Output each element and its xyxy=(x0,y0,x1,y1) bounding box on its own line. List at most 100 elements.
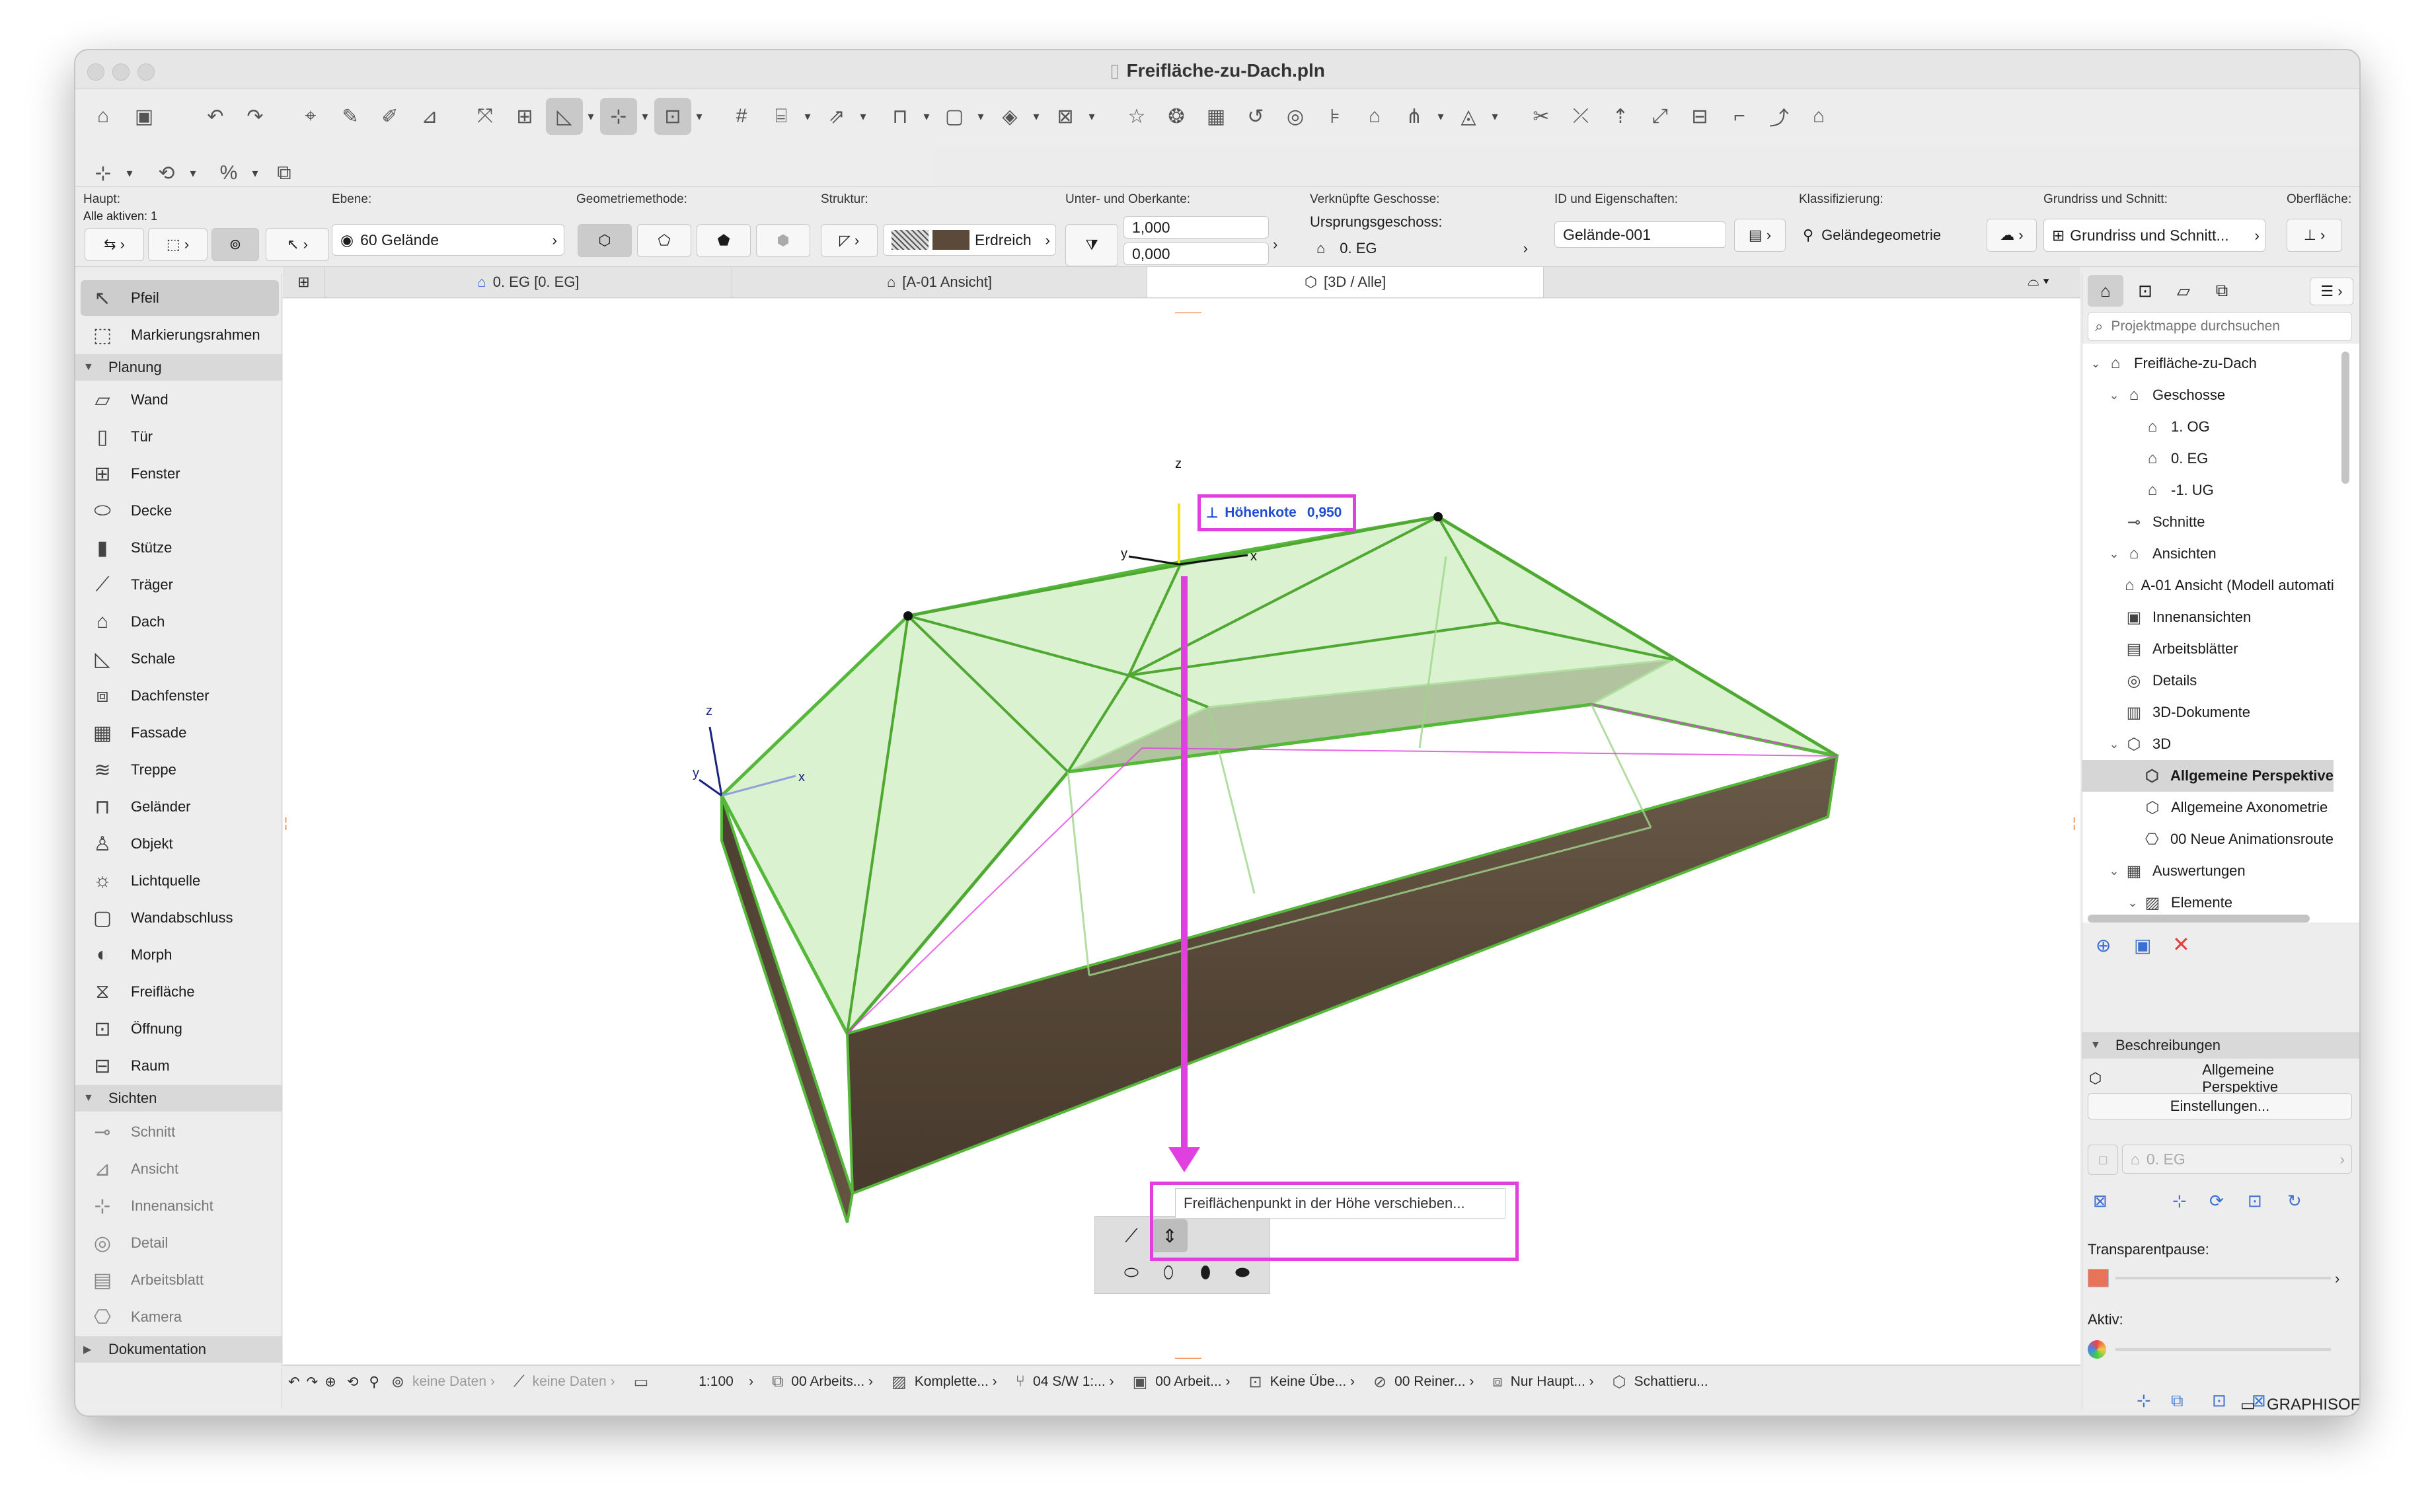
pen-set-selector[interactable]: ⑂ 04 S/W 1:... › xyxy=(1016,1373,1114,1391)
eyedropper-icon[interactable]: ✎ xyxy=(332,98,369,135)
tool-stütze[interactable]: ▮ Stütze xyxy=(81,530,279,566)
walk-icon[interactable]: ⚲ xyxy=(369,1374,379,1390)
zoom-icon[interactable]: ⊕ xyxy=(324,1374,336,1390)
bottom-height-input[interactable]: 0,000 xyxy=(1123,243,1269,265)
view-settings-icon[interactable]: ▣ xyxy=(2134,934,2151,956)
sichten-section[interactable]: ▼ Sichten xyxy=(75,1085,282,1112)
floor-plan-settings-button[interactable]: ⊞ Grundriss und Schnitt... › xyxy=(2043,219,2265,252)
selection-mode-selector[interactable]: ⬚ › xyxy=(148,228,208,261)
tool-objekt[interactable]: ♙ Objekt xyxy=(81,826,279,862)
tab-overview-button[interactable]: ⊞ xyxy=(283,267,325,297)
chevron-down-icon[interactable]: ▾ xyxy=(920,103,933,130)
tool-schale[interactable]: ◺ Schale xyxy=(81,641,279,677)
tree-item[interactable]: ⌄ ⌂ Geschosse xyxy=(2082,379,2334,411)
structure-display-selector[interactable]: ▨ Komplette... › xyxy=(892,1373,997,1392)
tree-item[interactable]: ⌄ ⬡ 3D xyxy=(2082,728,2334,760)
geometry-flat-button[interactable]: ⬡ xyxy=(578,224,632,257)
offset-edge-icon[interactable]: ⬯ xyxy=(1152,1256,1185,1289)
tree-item[interactable]: ⌄ ⌂ Freifläche-zu-Dach xyxy=(2082,348,2334,379)
tool-morph[interactable]: ◐ Morph xyxy=(81,937,279,973)
navigator-search[interactable]: ⌕ xyxy=(2088,312,2352,341)
tree-item[interactable]: ⊸ Schnitte xyxy=(2082,506,2334,538)
classification-selector[interactable]: ⚲ Geländegeometrie xyxy=(1803,227,1941,244)
mesh-vertex[interactable] xyxy=(1433,512,1443,521)
tool-schnitt[interactable]: ⊸ Schnitt xyxy=(81,1114,279,1150)
tree-item[interactable]: ▥ 3D-Dokumente xyxy=(2082,697,2334,728)
offset-icon[interactable]: ⊟ xyxy=(1681,98,1718,135)
id-input[interactable]: Gelände-001 xyxy=(1554,221,1726,248)
chevron-down-icon[interactable]: ⌄ xyxy=(2125,896,2141,910)
layer-selector[interactable]: ◉ 60 Gelände › xyxy=(332,224,564,256)
chevron-down-icon[interactable]: ▾ xyxy=(123,160,136,186)
transform-icon[interactable]: ⤧ xyxy=(467,98,504,135)
tab-elevation[interactable]: ⌂ [A-01 Ansicht] xyxy=(732,267,1147,297)
snap-guides-icon[interactable]: ⊹ xyxy=(600,98,637,135)
view-type-icon[interactable]: ▢ xyxy=(2088,1145,2118,1175)
redo-zoom-icon[interactable]: ↷ xyxy=(307,1374,319,1390)
publish-icon[interactable]: ▦ xyxy=(1197,98,1235,135)
model-view-options-icon[interactable]: ⊹ xyxy=(2172,1191,2187,1211)
3d-viewport[interactable]: z x y z x y ‒‒‒‒ ‒‒‒‒ ¦ ¦ ⊥ Höhenkote 0,… xyxy=(283,299,2080,1364)
chevron-down-icon[interactable]: ▾ xyxy=(638,103,652,130)
snap-icon[interactable]: ⌖ xyxy=(292,98,329,135)
scale-selector[interactable]: ▭ 1:100 › xyxy=(634,1373,754,1392)
3d-style-selector[interactable]: ⬡ Schattieru... xyxy=(1613,1373,1708,1392)
tree-item[interactable]: ⌂ -1. UG xyxy=(2082,474,2334,506)
favorites-icon[interactable]: ☆ xyxy=(1118,98,1155,135)
chevron-down-icon[interactable]: ▾ xyxy=(1434,103,1447,130)
height-offset-button[interactable]: ⧩ xyxy=(1065,224,1118,266)
nodata-selector-1[interactable]: ⊚ keine Daten › xyxy=(391,1373,495,1392)
tool-decke[interactable]: ⬭ Decke xyxy=(81,493,279,529)
project-map-icon[interactable]: ⌂ xyxy=(2088,275,2123,307)
reference-line-selector[interactable]: ⇆ › xyxy=(85,228,144,261)
surface-button[interactable]: ⊥ › xyxy=(2287,219,2342,252)
chevron-down-icon[interactable]: ▾ xyxy=(693,103,706,130)
view-map-icon[interactable]: ⊡ xyxy=(2127,275,2163,307)
settings-button[interactable]: Einstellungen... xyxy=(2088,1093,2352,1119)
move-point-icon[interactable]: ⬭ xyxy=(1115,1256,1148,1289)
cloud-button[interactable]: ☁ › xyxy=(1987,219,2037,252)
top-height-input[interactable]: 1,000 xyxy=(1123,216,1269,239)
split-icon[interactable]: ✂ xyxy=(1523,98,1560,135)
curve-edge-icon[interactable]: ⬮ xyxy=(1189,1256,1222,1289)
chevron-right-icon[interactable]: › xyxy=(2335,1270,2339,1287)
tree-item[interactable]: ▤ Arbeitsblätter xyxy=(2082,633,2334,665)
grid-snap-icon[interactable]: ⊡ xyxy=(654,98,691,135)
nodata-selector-2[interactable]: ⟋ keine Daten › xyxy=(513,1373,615,1391)
tree-item[interactable]: ⌂ A-01 Ansicht (Modell automatisch v xyxy=(2082,570,2334,601)
origin-story-selector[interactable]: ⌂ 0. EG › xyxy=(1316,240,1528,257)
transparent-slider[interactable] xyxy=(2115,1277,2331,1279)
tree-item[interactable]: ⬡ Allgemeine Axonometrie xyxy=(2082,792,2334,823)
render-icon[interactable]: ◬ xyxy=(1450,98,1487,135)
tool-treppe[interactable]: ≋ Treppe xyxy=(81,752,279,788)
geometry-free-button[interactable]: ⬢ xyxy=(756,224,810,257)
adjust-icon[interactable]: ⤫ xyxy=(1562,98,1599,135)
pointer-mode-selector[interactable]: ↖ › xyxy=(266,228,329,261)
tree-item[interactable]: ▣ Innenansichten xyxy=(2082,601,2334,633)
dimension-icon[interactable]: ⊞ xyxy=(506,98,543,135)
tool-raum[interactable]: ⊟ Raum xyxy=(81,1048,279,1084)
layer-combination-selector[interactable]: ⧉ 00 Arbeits... › xyxy=(772,1373,873,1391)
structure-type-selector[interactable]: ◸ › xyxy=(821,224,878,257)
mesh-vertex[interactable] xyxy=(903,611,913,621)
model-view-selector[interactable]: ▣ 00 Arbeit... › xyxy=(1133,1373,1231,1392)
undo-icon[interactable]: ↶ xyxy=(197,98,234,135)
tree-item[interactable]: ⌄ ▨ Elemente xyxy=(2082,887,2334,919)
tool-fassade[interactable]: ▦ Fassade xyxy=(81,715,279,751)
chevron-down-icon[interactable]: ⌄ xyxy=(2106,864,2122,878)
chevron-right-icon[interactable]: › xyxy=(1273,236,1277,253)
chevron-down-icon[interactable]: ▾ xyxy=(1085,103,1098,130)
order-icon[interactable]: ◈ xyxy=(991,98,1028,135)
active-color-swatch[interactable] xyxy=(2088,1340,2106,1359)
dokumentation-section[interactable]: ▶ Dokumentation xyxy=(75,1336,282,1363)
chevron-down-icon[interactable]: ▾ xyxy=(186,160,200,186)
redo-icon[interactable]: ↷ xyxy=(237,98,274,135)
tool-detail[interactable]: ◎ Detail xyxy=(81,1225,279,1261)
insert-point-icon[interactable]: ⬬ xyxy=(1226,1256,1259,1289)
chevron-down-icon[interactable]: ⌄ xyxy=(2106,389,2122,402)
delete-icon[interactable]: ✕ xyxy=(2172,932,2190,957)
tool-dachfenster[interactable]: ⧈ Dachfenster xyxy=(81,678,279,714)
tree-horizontal-scrollbar[interactable] xyxy=(2088,915,2310,923)
tool-kamera[interactable]: ⎔ Kamera xyxy=(81,1299,279,1335)
chevron-down-icon[interactable]: ⌄ xyxy=(2106,737,2122,751)
